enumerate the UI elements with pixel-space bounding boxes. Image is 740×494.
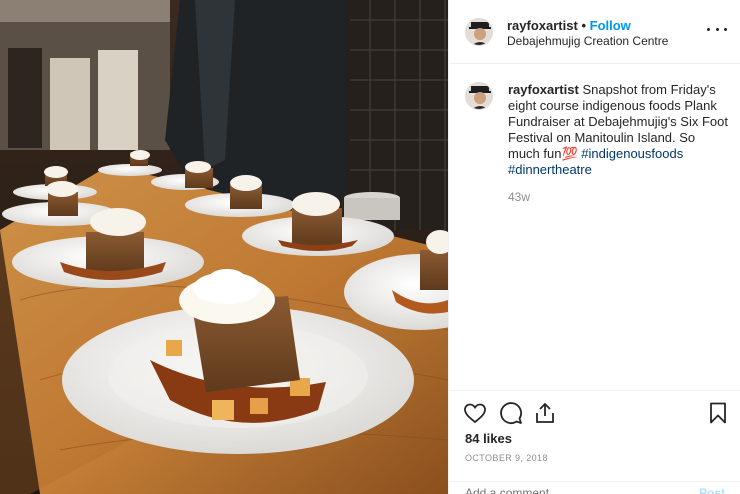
comment-age: 43w: [508, 190, 531, 204]
header-username[interactable]: rayfoxartist: [507, 18, 578, 33]
post-header: rayfoxartist • Follow Debajehmujig Creat…: [449, 0, 740, 64]
post-side-panel: rayfoxartist • Follow Debajehmujig Creat…: [448, 0, 740, 494]
post-photo[interactable]: [0, 0, 448, 494]
hashtag-link[interactable]: #indigenousfoods: [581, 146, 683, 161]
share-icon[interactable]: [533, 401, 557, 425]
hashtag-link[interactable]: #dinnertheatre: [508, 162, 592, 177]
post-date: OCTOBER 9, 2018: [465, 453, 548, 463]
more-options-icon[interactable]: [707, 22, 727, 36]
bookmark-icon[interactable]: [706, 401, 730, 425]
comment-input[interactable]: [465, 486, 665, 494]
comment-icon[interactable]: [499, 401, 523, 425]
profile-photo-icon: [466, 19, 492, 45]
separator-dot: •: [581, 18, 586, 33]
caption-username[interactable]: rayfoxartist: [508, 82, 579, 97]
avatar[interactable]: [465, 18, 493, 46]
caption-text: rayfoxartist Snapshot from Friday's eigh…: [508, 82, 730, 178]
likes-count[interactable]: 84 likes: [465, 431, 512, 446]
header-username-row: rayfoxartist • Follow: [507, 18, 631, 33]
location-link[interactable]: Debajehmujig Creation Centre: [507, 34, 668, 48]
post-actions: 84 likes OCTOBER 9, 2018 Post: [449, 390, 740, 494]
follow-button[interactable]: Follow: [590, 18, 631, 33]
profile-photo-icon: [466, 83, 492, 109]
heart-icon[interactable]: [463, 401, 487, 425]
desserts-on-plank-image: [0, 0, 448, 494]
post-comment-button[interactable]: Post: [699, 486, 725, 494]
add-comment-bar: Post: [449, 481, 740, 494]
avatar[interactable]: [465, 82, 493, 110]
